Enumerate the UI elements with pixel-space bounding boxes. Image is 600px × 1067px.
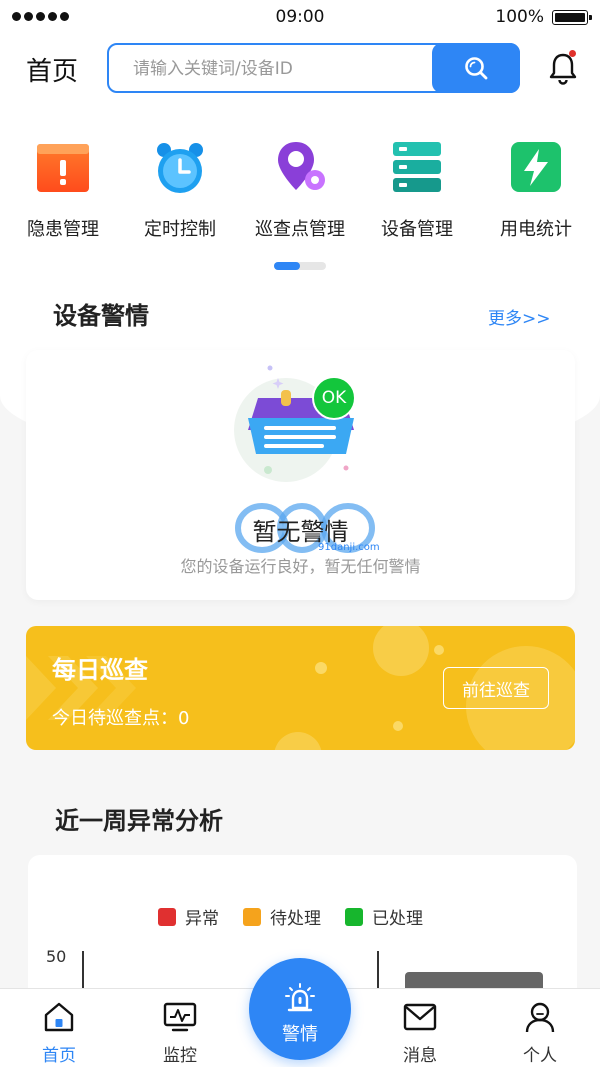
tab-label: 警情 <box>282 1024 318 1045</box>
patrol-title: 每日巡查 <box>52 656 148 684</box>
battery-percent: 100% <box>495 7 544 27</box>
empty-state-description: 您的设备运行良好，暂无任何警情 <box>180 557 421 576</box>
battery-icon <box>552 10 592 25</box>
menu-item-patrol-points[interactable]: 巡查点管理 <box>240 138 360 241</box>
legend-label: 待处理 <box>270 909 321 929</box>
legend-label: 已处理 <box>372 909 423 929</box>
tab-monitor[interactable]: 监控 <box>135 1001 225 1066</box>
menu-label: 隐患管理 <box>27 219 99 240</box>
tab-label: 监控 <box>163 1046 197 1066</box>
tab-alarm-fab[interactable]: 警情 <box>249 958 351 1060</box>
location-pin-icon <box>278 142 325 190</box>
ok-badge: OK <box>312 376 356 420</box>
legend-item-handled: 已处理 <box>345 904 423 929</box>
menu-item-power-stats[interactable]: 用电统计 <box>476 138 596 241</box>
home-icon <box>44 1002 74 1032</box>
legend-swatch <box>158 907 176 926</box>
legend-swatch <box>243 907 261 926</box>
lightning-icon <box>511 142 561 192</box>
legend-item-pending: 待处理 <box>243 904 321 929</box>
alarm-more-link[interactable]: 更多>> <box>488 304 551 329</box>
user-icon <box>525 1002 555 1033</box>
tab-home[interactable]: 首页 <box>14 1001 104 1066</box>
legend-label: 异常 <box>185 909 219 929</box>
search-bar <box>107 43 520 93</box>
watermark-text: 91danji.com <box>318 542 380 553</box>
tab-label: 首页 <box>42 1046 76 1066</box>
empty-state-title: 暂无警情 <box>252 518 349 546</box>
notification-badge <box>569 50 576 57</box>
server-icon <box>393 142 441 192</box>
monitor-icon <box>163 1002 197 1032</box>
legend-item-abnormal: 异常 <box>158 904 219 929</box>
weekly-section-title: 近一周异常分析 <box>55 807 223 835</box>
search-input[interactable] <box>133 56 423 82</box>
menu-label: 设备管理 <box>381 219 453 240</box>
status-bar: 09:00 100% <box>0 0 600 34</box>
mail-icon <box>403 1003 437 1031</box>
menu-label: 定时控制 <box>144 219 216 240</box>
empty-state-illustration <box>234 365 354 482</box>
warning-icon <box>37 144 89 192</box>
siren-icon <box>285 983 315 1012</box>
menu-item-timer[interactable]: 定时控制 <box>120 138 240 241</box>
page-title: 首页 <box>26 57 79 87</box>
tab-label: 个人 <box>523 1046 557 1066</box>
alarm-section-title: 设备警情 <box>53 302 149 330</box>
notification-button[interactable] <box>546 50 580 86</box>
chart-legend: 异常 待处理 已处理 <box>158 904 423 929</box>
menu-pager <box>274 262 326 270</box>
y-axis-tick: 50 <box>46 947 67 966</box>
tab-messages[interactable]: 消息 <box>375 1001 465 1066</box>
search-button[interactable] <box>432 43 520 93</box>
search-icon <box>465 57 488 80</box>
daily-patrol-card: 每日巡查 今日待巡查点：0 前往巡查 <box>26 626 575 750</box>
menu-label: 巡查点管理 <box>255 219 345 240</box>
legend-swatch <box>345 907 363 926</box>
pager-active <box>274 262 300 270</box>
alarm-clock-icon <box>157 143 203 193</box>
go-patrol-button[interactable]: 前往巡查 <box>443 667 549 709</box>
tab-label: 消息 <box>403 1046 437 1066</box>
tab-profile[interactable]: 个人 <box>495 1001 585 1066</box>
menu-label: 用电统计 <box>500 219 572 240</box>
menu-item-device-management[interactable]: 设备管理 <box>357 138 477 241</box>
patrol-pending-count: 今日待巡查点：0 <box>52 708 190 729</box>
menu-item-hazard[interactable]: 隐患管理 <box>3 138 123 241</box>
quick-menu: 隐患管理 定时控制 巡查点管理 设备管理 用电统计 <box>0 138 600 241</box>
alarm-card: OK 暂无警情 91danji.com 您的设备运行良好，暂无任何警情 <box>26 350 575 600</box>
